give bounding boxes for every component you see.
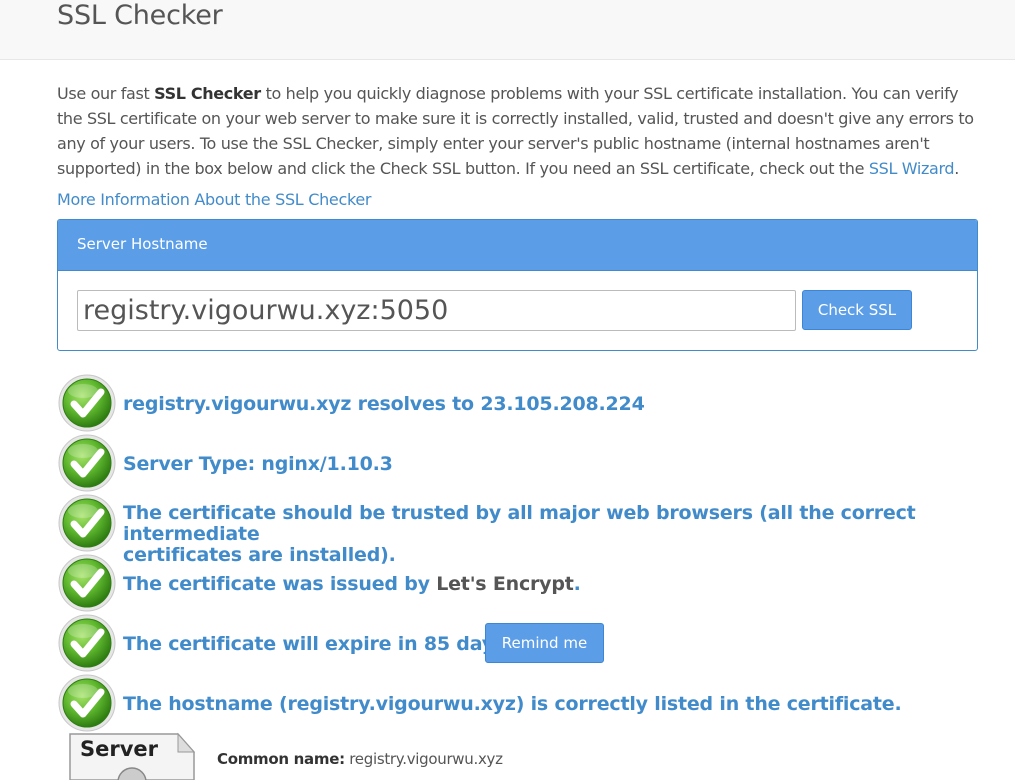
result-trusted: The certificate should be trusted by all… — [123, 503, 988, 566]
page-title: SSL Checker — [57, 0, 223, 31]
check-circle-icon — [58, 674, 116, 732]
check-circle-icon — [58, 374, 116, 432]
hostname-input[interactable] — [77, 290, 796, 331]
common-name-value: registry.vigourwu.xyz — [344, 750, 503, 768]
result-issuer: The certificate was issued by Let's Encr… — [123, 574, 581, 595]
check-circle-icon — [58, 554, 116, 612]
remind-me-button[interactable]: Remind me — [485, 623, 604, 663]
panel-heading: Server Hostname — [58, 220, 977, 271]
more-info-link[interactable]: More Information About the SSL Checker — [57, 187, 371, 212]
page-header: SSL Checker — [0, 0, 1015, 60]
intro-end: . — [954, 159, 959, 178]
issuer-suffix: . — [573, 573, 581, 595]
check-ssl-button[interactable]: Check SSL — [802, 290, 912, 330]
ssl-wizard-link[interactable]: SSL Wizard — [869, 159, 955, 178]
intro-text: Use our fast — [57, 84, 155, 103]
result-trusted-line2: certificates are installed). — [123, 544, 396, 566]
issuer-name: Let's Encrypt — [436, 573, 574, 595]
result-hostname-listed: The hostname (registry.vigourwu.xyz) is … — [123, 693, 902, 715]
issuer-prefix: The certificate was issued by — [123, 573, 437, 595]
result-trusted-line1: The certificate should be trusted by all… — [123, 502, 916, 545]
check-circle-icon — [58, 494, 116, 552]
server-image-label: Server — [80, 737, 159, 761]
intro-paragraph: Use our fast SSL Checker to help you qui… — [57, 81, 987, 181]
server-certificate-icon: Server — [69, 732, 196, 780]
intro-bold: SSL Checker — [154, 84, 261, 103]
result-server-type: Server Type: nginx/1.10.3 — [123, 453, 393, 475]
check-circle-icon — [58, 614, 116, 672]
cert-common-name: Common name: registry.vigourwu.xyz — [217, 750, 503, 768]
result-expiry: The certificate will expire in 85 days. — [123, 633, 513, 655]
hostname-form-panel: Server Hostname Check SSL — [57, 219, 978, 351]
check-circle-icon — [58, 434, 116, 492]
common-name-label: Common name: — [217, 750, 345, 768]
result-resolves: registry.vigourwu.xyz resolves to 23.105… — [123, 393, 645, 415]
